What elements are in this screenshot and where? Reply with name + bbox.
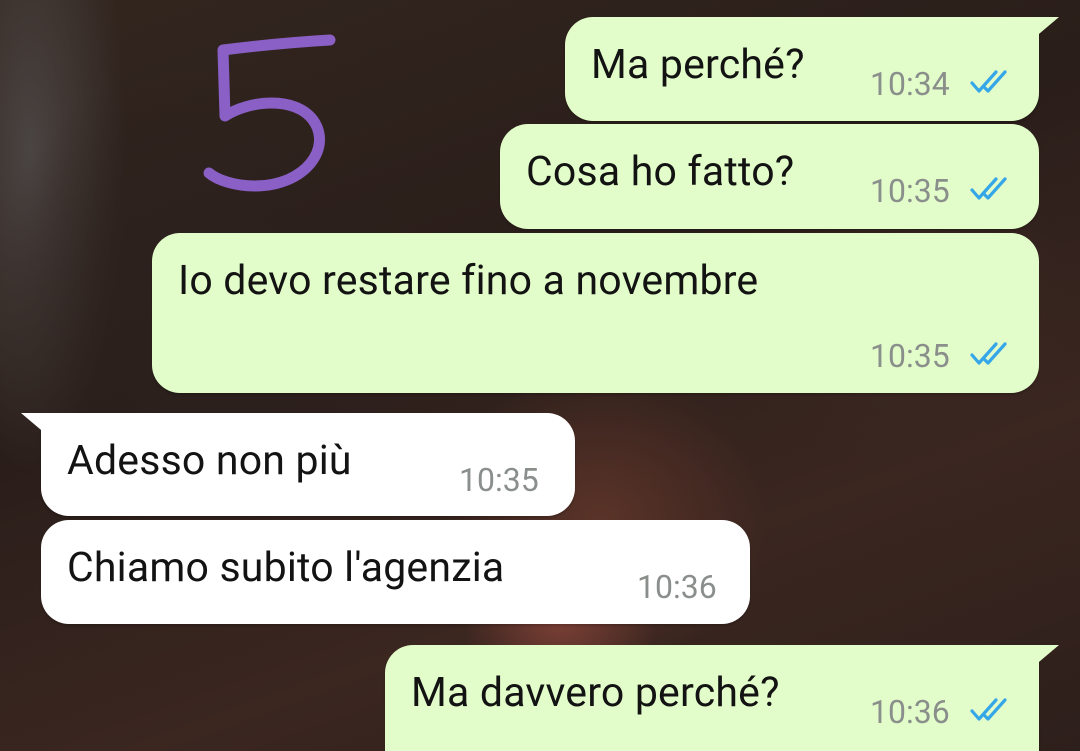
bubble-tail <box>1033 17 1059 39</box>
message-time: 10:36 <box>637 568 717 606</box>
message-text: Ma davvero perché? <box>411 669 780 717</box>
double-check-icon <box>970 342 1007 365</box>
message-time: 10:36 <box>870 693 950 731</box>
double-check-icon <box>970 177 1007 200</box>
outgoing-message-bubble[interactable]: Ma perché? 10:34 <box>565 17 1059 121</box>
message-text: Adesso non più <box>67 437 352 485</box>
outgoing-message-bubble[interactable]: Cosa ho fatto? 10:35 <box>500 124 1039 229</box>
message-time: 10:35 <box>870 337 950 375</box>
message-time: 10:35 <box>870 172 950 210</box>
double-check-icon <box>970 698 1007 721</box>
message-time: 10:35 <box>459 461 539 499</box>
message-text: Ma perché? <box>591 41 805 89</box>
bubble-tail <box>1033 645 1059 667</box>
handwritten-number-annotation <box>195 28 345 202</box>
incoming-message-bubble[interactable]: Adesso non più 10:35 <box>21 413 575 516</box>
message-text: Cosa ho fatto? <box>526 148 795 196</box>
message-text: Chiamo subito l'agenzia <box>67 544 505 592</box>
bubble-tail <box>21 413 47 435</box>
double-check-icon <box>970 70 1007 93</box>
message-text: Io devo restare fino a novembre <box>178 257 759 305</box>
outgoing-message-bubble[interactable]: Ma davvero perché? 10:36 <box>385 645 1059 751</box>
outgoing-message-bubble[interactable]: Io devo restare fino a novembre 10:35 <box>152 233 1039 393</box>
message-time: 10:34 <box>870 65 950 103</box>
incoming-message-bubble[interactable]: Chiamo subito l'agenzia 10:36 <box>41 520 750 624</box>
